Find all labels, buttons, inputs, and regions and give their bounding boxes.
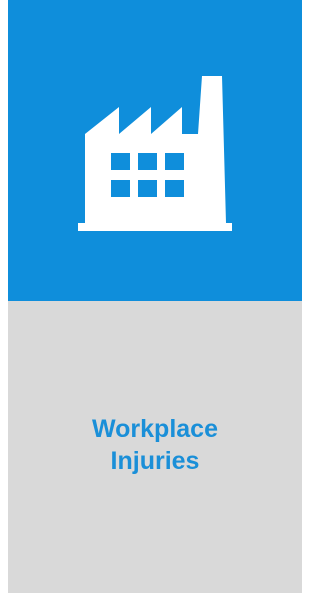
- tile-label-line-1: Workplace: [92, 415, 218, 443]
- factory-icon: [78, 76, 232, 231]
- workplace-injuries-tile[interactable]: Workplace Injuries: [8, 0, 302, 593]
- tile-label: Workplace Injuries: [8, 413, 302, 477]
- tile-icon-panel: [8, 0, 302, 301]
- tile-label-line-2: Injuries: [110, 447, 200, 475]
